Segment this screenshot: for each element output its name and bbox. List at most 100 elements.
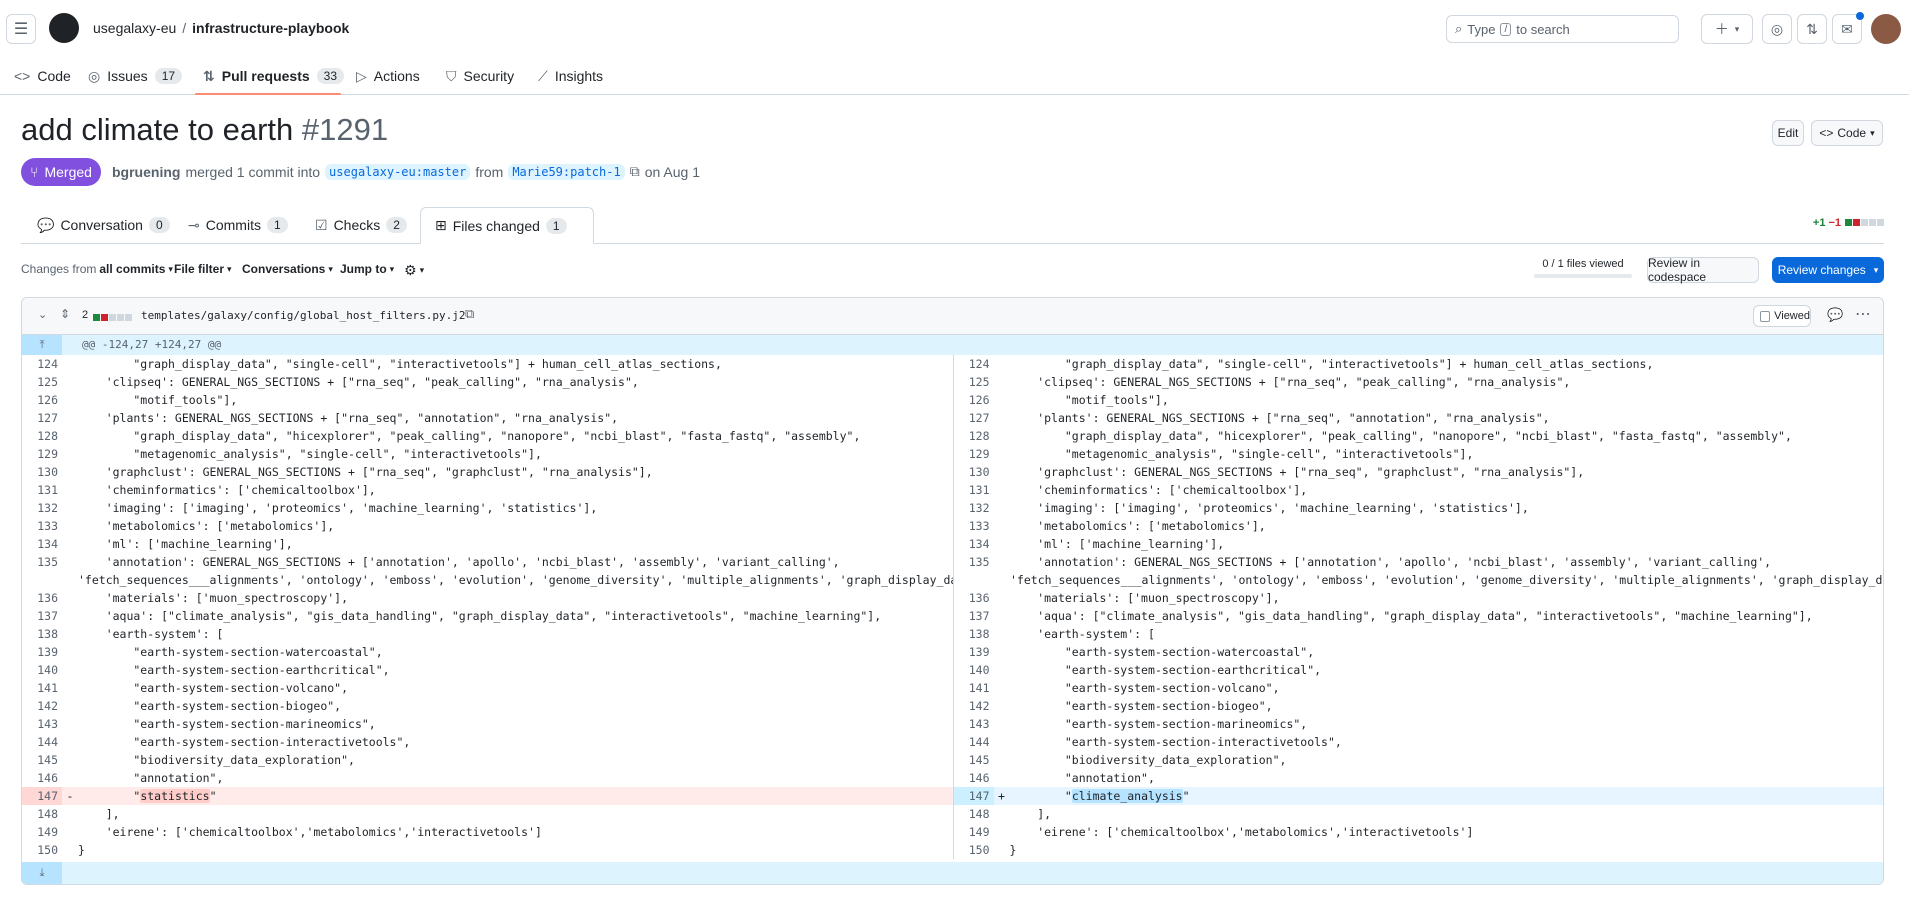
line-number[interactable]	[22, 571, 62, 589]
tab-checks[interactable]: ☑ Checks 2	[315, 207, 407, 243]
tab-conversation[interactable]: 💬 Conversation 0	[37, 207, 170, 243]
unfold-icon[interactable]: ⇕	[60, 307, 70, 321]
kebab-horizontal-icon[interactable]: ⋯	[1855, 304, 1871, 324]
repo-link[interactable]: infrastructure-playbook	[192, 20, 349, 36]
diff-sign	[62, 499, 78, 517]
line-number[interactable]: 149	[22, 823, 62, 841]
line-number[interactable]: 148	[954, 805, 994, 823]
line-number[interactable]: 129	[954, 445, 994, 463]
line-number[interactable]: 138	[22, 625, 62, 643]
changes-from-dropdown[interactable]: Changes from all commits ▾	[21, 262, 173, 276]
line-number[interactable]: 128	[954, 427, 994, 445]
line-number[interactable]: 141	[954, 679, 994, 697]
code-dropdown-button[interactable]: <> Code ▾	[1811, 120, 1883, 146]
table-row-changed: 147 - "statistics" 147 + "climate_analys…	[22, 787, 1883, 805]
menu-button[interactable]: ☰	[6, 14, 36, 44]
line-number[interactable]: 131	[22, 481, 62, 499]
line-number[interactable]: 145	[22, 751, 62, 769]
line-number[interactable]: 134	[22, 535, 62, 553]
line-number[interactable]: 143	[22, 715, 62, 733]
line-number[interactable]: 124	[954, 355, 994, 373]
expand-up-icon[interactable]: ⤒	[22, 335, 62, 355]
line-number[interactable]: 136	[954, 589, 994, 607]
line-number[interactable]: 147	[953, 787, 994, 805]
nav-insights[interactable]: ⟋ Insights	[538, 58, 603, 94]
line-number[interactable]: 148	[22, 805, 62, 823]
line-number[interactable]: 142	[954, 697, 994, 715]
line-number[interactable]: 126	[954, 391, 994, 409]
review-in-codespace-button[interactable]: Review in codespace	[1647, 256, 1759, 284]
line-number[interactable]: 144	[22, 733, 62, 751]
line-number[interactable]: 150	[954, 841, 994, 859]
diff-settings-button[interactable]: ⚙ ▾	[404, 262, 424, 279]
issues-button[interactable]: ◎	[1762, 14, 1792, 44]
line-number[interactable]: 141	[22, 679, 62, 697]
line-number[interactable]: 124	[22, 355, 62, 373]
github-logo-icon[interactable]	[49, 13, 79, 43]
line-number[interactable]: 127	[954, 409, 994, 427]
line-number[interactable]: 140	[22, 661, 62, 679]
line-number[interactable]: 139	[22, 643, 62, 661]
tab-files-changed[interactable]: ⊞ Files changed 1	[420, 207, 594, 244]
line-number[interactable]: 150	[22, 841, 62, 859]
line-number[interactable]: 128	[22, 427, 62, 445]
pull-requests-button[interactable]: ⇅	[1797, 14, 1827, 44]
line-number[interactable]: 135	[22, 553, 62, 571]
line-number[interactable]: 146	[22, 769, 62, 787]
nav-code[interactable]: <> Code	[14, 58, 71, 94]
line-number[interactable]: 131	[954, 481, 994, 499]
viewed-checkbox[interactable]: Viewed	[1753, 305, 1811, 327]
line-number[interactable]: 139	[954, 643, 994, 661]
line-number[interactable]: 147	[22, 787, 62, 805]
line-number[interactable]: 135	[954, 553, 994, 571]
line-number[interactable]: 149	[954, 823, 994, 841]
nav-issues[interactable]: ◎ Issues 17	[88, 58, 183, 94]
line-number[interactable]: 130	[954, 463, 994, 481]
line-number[interactable]: 129	[22, 445, 62, 463]
inbox-button[interactable]: ✉	[1832, 12, 1864, 44]
line-number[interactable]: 133	[954, 517, 994, 535]
copy-icon[interactable]: ⧉	[465, 306, 474, 322]
line-number[interactable]: 125	[22, 373, 62, 391]
expand-down-icon[interactable]: ⤓	[22, 862, 62, 884]
line-number[interactable]: 142	[22, 697, 62, 715]
line-number[interactable]: 137	[22, 607, 62, 625]
owner-link[interactable]: usegalaxy-eu	[93, 20, 176, 36]
line-number[interactable]: 144	[954, 733, 994, 751]
line-number[interactable]: 143	[954, 715, 994, 733]
review-changes-button[interactable]: Review changes ▾	[1772, 257, 1884, 283]
nav-pull-requests[interactable]: ⇅ Pull requests 33	[203, 58, 345, 94]
line-number[interactable]: 137	[954, 607, 994, 625]
avatar[interactable]	[1871, 14, 1901, 44]
line-number[interactable]: 126	[22, 391, 62, 409]
nav-actions[interactable]: ▷ Actions	[356, 58, 420, 94]
base-branch[interactable]: usegalaxy-eu:master	[325, 163, 471, 180]
line-number[interactable]: 132	[22, 499, 62, 517]
line-number[interactable]: 130	[22, 463, 62, 481]
tab-commits[interactable]: ⊸ Commits 1	[188, 207, 288, 243]
file-filter-dropdown[interactable]: File filter ▾	[174, 262, 232, 276]
jump-to-dropdown[interactable]: Jump to ▾	[340, 262, 394, 276]
conversations-dropdown[interactable]: Conversations ▾	[242, 262, 333, 276]
head-branch[interactable]: Marie59:patch-1	[508, 163, 625, 180]
line-number[interactable]: 132	[954, 499, 994, 517]
search-input[interactable]: ⌕ Type / to search	[1446, 15, 1679, 43]
file-path[interactable]: templates/galaxy/config/global_host_filt…	[141, 309, 466, 322]
edit-button[interactable]: Edit	[1772, 120, 1804, 146]
line-number[interactable]	[954, 571, 994, 589]
copy-icon[interactable]: ⧉	[630, 163, 640, 180]
comment-icon[interactable]: 💬	[1827, 307, 1843, 323]
line-number[interactable]: 134	[954, 535, 994, 553]
line-number[interactable]: 133	[22, 517, 62, 535]
line-number[interactable]: 127	[22, 409, 62, 427]
author-link[interactable]: bgruening	[112, 164, 180, 180]
line-number[interactable]: 136	[22, 589, 62, 607]
chevron-down-icon[interactable]: ⌄	[38, 308, 47, 321]
line-number[interactable]: 125	[954, 373, 994, 391]
create-new-button[interactable]: ＋ ▾	[1701, 14, 1753, 44]
line-number[interactable]: 145	[954, 751, 994, 769]
line-number[interactable]: 140	[954, 661, 994, 679]
nav-security[interactable]: ⛉ Security	[446, 58, 514, 94]
line-number[interactable]: 146	[954, 769, 994, 787]
line-number[interactable]: 138	[954, 625, 994, 643]
